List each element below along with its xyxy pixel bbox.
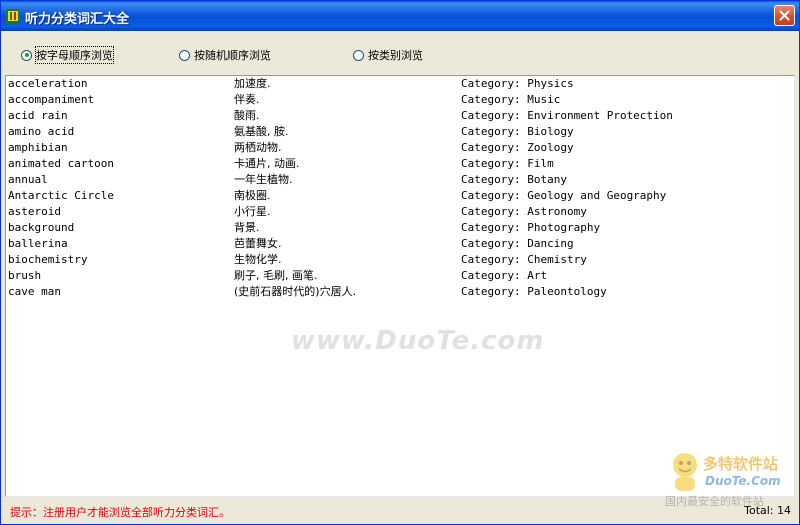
category-text: Category: Film: [461, 157, 554, 170]
word-text: amphibian: [8, 141, 68, 154]
word-text: biochemistry: [8, 253, 88, 266]
category-text: Category: Biology: [461, 125, 574, 138]
category-text: Category: Art: [461, 269, 548, 282]
app-icon: [6, 9, 20, 23]
category-text: Category: Botany: [461, 173, 567, 186]
category-text: Category: Geology and Geography: [461, 189, 667, 202]
meaning-text: 小行星.: [234, 205, 271, 218]
meaning-text: 芭蕾舞女.: [234, 237, 282, 250]
list-item[interactable]: amphibian 两栖动物. Category: Zoology: [6, 140, 794, 156]
list-item[interactable]: background 背景. Category: Photography: [6, 220, 794, 236]
category-text: Category: Dancing: [461, 237, 574, 250]
meaning-text: 两栖动物.: [234, 141, 282, 154]
list-item[interactable]: amino acid 氨基酸, 胺. Category: Biology: [6, 124, 794, 140]
word-text: brush: [8, 269, 42, 282]
list-item[interactable]: animated cartoon 卡通片, 动画. Category: Film: [6, 156, 794, 172]
list-item[interactable]: annual 一年生植物. Category: Botany: [6, 172, 794, 188]
category-text: Category: Photography: [461, 221, 601, 234]
list-item[interactable]: Antarctic Circle 南极圈. Category: Geology an…: [6, 188, 794, 204]
word-text: Antarctic Circle: [8, 189, 114, 202]
radio-indicator[interactable]: [179, 49, 190, 61]
window-title: 听力分类词汇大全: [25, 12, 130, 27]
view-options: 按字母顺序浏览 按随机顺序浏览 按类别浏览: [1, 31, 799, 75]
close-icon: [779, 10, 790, 21]
meaning-text: 一年生植物.: [234, 173, 293, 186]
list-item[interactable]: biochemistry 生物化学. Category: Chemistry: [6, 252, 794, 268]
list-item[interactable]: asteroid 小行星. Category: Astronomy: [6, 204, 794, 220]
word-text: annual: [8, 173, 48, 186]
list-item[interactable]: acceleration 加速度. Category: Physics: [6, 76, 794, 92]
meaning-text: 南极圈.: [234, 189, 271, 202]
word-text: acceleration: [8, 77, 88, 90]
list-item[interactable]: brush 刷子, 毛刷, 画笔. Category: Art: [6, 268, 794, 284]
radio-alphabetical[interactable]: 按字母顺序浏览: [21, 46, 114, 64]
meaning-text: 背景.: [234, 221, 260, 234]
list-item[interactable]: accompaniment 伴奏. Category: Music: [6, 92, 794, 108]
category-text: Category: Paleontology: [461, 285, 607, 298]
radio-indicator-selected[interactable]: [21, 49, 32, 61]
radio-label: 按类别浏览: [368, 49, 423, 62]
meaning-text: 加速度.: [234, 77, 271, 90]
category-text: Category: Environment Protection: [461, 109, 673, 122]
radio-category[interactable]: 按类别浏览: [353, 47, 423, 63]
list-item[interactable]: cave man (史前石器时代的)穴居人. Category: Paleontol…: [6, 284, 794, 300]
meaning-text: 刷子, 毛刷, 画笔.: [234, 269, 318, 282]
meaning-text: (史前石器时代的)穴居人.: [234, 285, 357, 298]
status-bar: 提示：注册用户才能浏览全部听力分类词汇。 Total: 14: [1, 497, 799, 525]
word-text: background: [8, 221, 75, 234]
close-button[interactable]: [774, 5, 795, 26]
radio-label: 按随机顺序浏览: [194, 49, 271, 62]
radio-indicator[interactable]: [353, 49, 364, 61]
category-text: Category: Chemistry: [461, 253, 587, 266]
meaning-text: 酸雨.: [234, 109, 260, 122]
category-text: Category: Astronomy: [461, 205, 587, 218]
meaning-text: 卡通片, 动画.: [234, 157, 300, 170]
list-item[interactable]: ballerina 芭蕾舞女. Category: Dancing: [6, 236, 794, 252]
site-watermark: www.DuoTe.com: [291, 326, 545, 356]
category-text: Category: Music: [461, 93, 561, 106]
word-text: animated cartoon: [8, 157, 114, 170]
registration-hint: 提示：注册用户才能浏览全部听力分类词汇。: [10, 506, 230, 519]
word-text: ballerina: [8, 237, 68, 250]
word-text: cave man: [8, 285, 61, 298]
list-item[interactable]: acid rain 酸雨. Category: Environment Protec…: [6, 108, 794, 124]
word-text: accompaniment: [8, 93, 95, 106]
total-count: Total: 14: [744, 504, 791, 517]
word-text: acid rain: [8, 109, 68, 122]
meaning-text: 氨基酸, 胺.: [234, 125, 289, 138]
category-text: Category: Physics: [461, 77, 574, 90]
radio-random[interactable]: 按随机顺序浏览: [179, 47, 271, 63]
word-list[interactable]: acceleration 加速度. Category: Physics accompa…: [5, 75, 795, 497]
word-text: amino acid: [8, 125, 75, 138]
meaning-text: 伴奏.: [234, 93, 260, 106]
title-bar[interactable]: 听力分类词汇大全: [1, 1, 799, 31]
meaning-text: 生物化学.: [234, 253, 282, 266]
word-text: asteroid: [8, 205, 61, 218]
radio-label: 按字母顺序浏览: [35, 46, 114, 64]
category-text: Category: Zoology: [461, 141, 574, 154]
app-window: 听力分类词汇大全 按字母顺序浏览 按随机顺序浏览 按类别浏览 accelerat…: [0, 0, 800, 525]
word-rows: acceleration 加速度. Category: Physics accompa…: [6, 76, 794, 300]
